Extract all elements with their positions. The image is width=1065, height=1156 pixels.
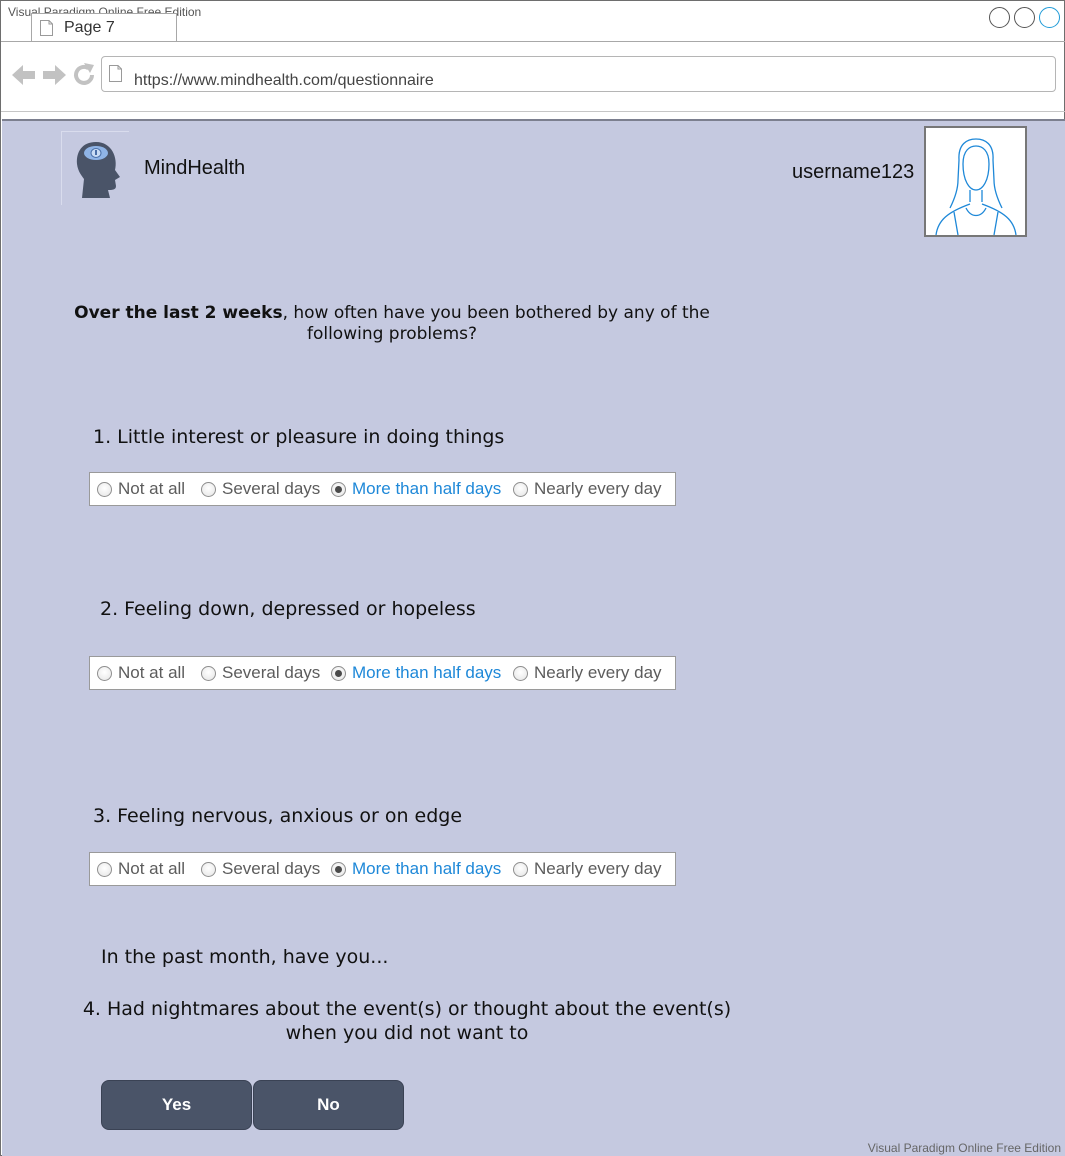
back-arrow-icon[interactable] bbox=[11, 63, 37, 87]
yes-button[interactable]: Yes bbox=[101, 1080, 252, 1130]
question-2-label: 2. Feeling down, depressed or hopeless bbox=[100, 598, 476, 620]
url-text[interactable]: https://www.mindhealth.com/questionnaire bbox=[134, 72, 434, 90]
window-minimize-button[interactable] bbox=[989, 7, 1010, 28]
radio-button-icon[interactable] bbox=[201, 861, 216, 877]
intro-text: , how often have you been bothered by an… bbox=[282, 303, 710, 344]
radio-button-icon[interactable] bbox=[513, 481, 528, 497]
head-profile-icon bbox=[76, 142, 120, 198]
url-bar[interactable]: https://www.mindhealth.com/questionnaire bbox=[101, 56, 1056, 92]
radio-button-icon[interactable] bbox=[513, 665, 528, 681]
page-icon bbox=[40, 20, 53, 36]
question-3-label: 3. Feeling nervous, anxious or on edge bbox=[93, 805, 463, 827]
q2-option-several-days[interactable]: Several days bbox=[201, 657, 320, 689]
radio-button-icon[interactable] bbox=[201, 481, 216, 497]
q1-option-more-than-half-days[interactable]: More than half days bbox=[331, 473, 501, 505]
question-1-label: 1. Little interest or pleasure in doing … bbox=[93, 426, 505, 448]
q3-option-not-at-all[interactable]: Not at all bbox=[97, 853, 185, 885]
username-label: username123 bbox=[792, 161, 915, 183]
q1-option-nearly-every-day[interactable]: Nearly every day bbox=[513, 473, 662, 505]
radio-button-icon[interactable] bbox=[97, 481, 112, 497]
tab-strip-divider bbox=[1, 41, 1065, 42]
radio-button-selected-icon[interactable] bbox=[331, 481, 346, 497]
q1-option-several-days[interactable]: Several days bbox=[201, 473, 320, 505]
reload-icon[interactable] bbox=[71, 62, 97, 88]
tab-label: Page 7 bbox=[64, 19, 115, 36]
logo[interactable] bbox=[61, 131, 129, 205]
question-4-label: 4. Had nightmares about the event(s) or … bbox=[82, 998, 732, 1044]
window-maximize-button[interactable] bbox=[1014, 7, 1035, 28]
question-3-radio-group: Not at all Several days More than half d… bbox=[89, 852, 676, 886]
toolbar-divider bbox=[1, 111, 1065, 112]
q2-option-more-than-half-days[interactable]: More than half days bbox=[331, 657, 501, 689]
browser-window: Visual Paradigm Online Free Edition Page… bbox=[0, 0, 1065, 1156]
question-1-radio-group: Not at all Several days More than half d… bbox=[89, 472, 676, 506]
window-close-button[interactable] bbox=[1039, 7, 1060, 28]
user-avatar-icon bbox=[935, 138, 1017, 236]
q2-option-nearly-every-day[interactable]: Nearly every day bbox=[513, 657, 662, 689]
q3-option-more-than-half-days[interactable]: More than half days bbox=[331, 853, 501, 885]
page-icon bbox=[109, 65, 122, 82]
radio-button-selected-icon[interactable] bbox=[331, 861, 346, 877]
radio-button-icon[interactable] bbox=[97, 861, 112, 877]
watermark-bottom: Visual Paradigm Online Free Edition bbox=[867, 1141, 1061, 1155]
q3-option-several-days[interactable]: Several days bbox=[201, 853, 320, 885]
radio-button-selected-icon[interactable] bbox=[331, 665, 346, 681]
q2-option-not-at-all[interactable]: Not at all bbox=[97, 657, 185, 689]
q1-option-not-at-all[interactable]: Not at all bbox=[97, 473, 185, 505]
page-content: MindHealth username123 Over the last 2 w… bbox=[2, 119, 1065, 1156]
intro-emphasis: Over the last 2 weeks bbox=[74, 303, 283, 323]
radio-button-icon[interactable] bbox=[201, 665, 216, 681]
no-button[interactable]: No bbox=[253, 1080, 404, 1130]
question-2-radio-group: Not at all Several days More than half d… bbox=[89, 656, 676, 690]
q3-option-nearly-every-day[interactable]: Nearly every day bbox=[513, 853, 662, 885]
question-intro: Over the last 2 weeks, how often have yo… bbox=[72, 303, 712, 345]
avatar[interactable] bbox=[924, 126, 1027, 237]
browser-tab[interactable]: Page 7 bbox=[31, 13, 177, 42]
brand-name: MindHealth bbox=[144, 157, 246, 179]
radio-button-icon[interactable] bbox=[97, 665, 112, 681]
forward-arrow-icon[interactable] bbox=[41, 63, 67, 87]
radio-button-icon[interactable] bbox=[513, 861, 528, 877]
past-month-heading: In the past month, have you... bbox=[101, 946, 389, 968]
